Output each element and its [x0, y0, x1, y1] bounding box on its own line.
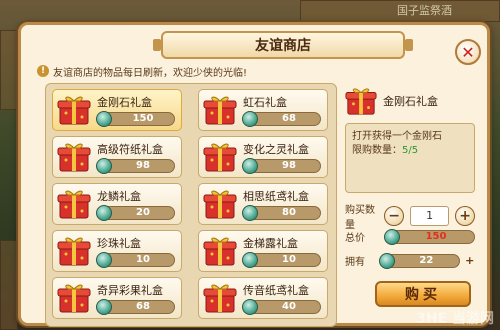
shop-item[interactable]: 金刚石礼盒 150 — [52, 89, 182, 131]
gift-box-icon — [57, 237, 91, 266]
item-price-bar: 80 — [242, 205, 321, 221]
item-name: 高级符纸礼盒 — [97, 143, 163, 156]
item-price-bar: 98 — [96, 158, 175, 174]
add-currency-button[interactable]: + — [464, 254, 475, 267]
total-price-row: 总价 150 — [345, 228, 475, 245]
jade-coin-icon — [242, 158, 258, 174]
jade-coin-icon — [242, 252, 258, 268]
item-price-bar: 98 — [242, 158, 321, 174]
close-button[interactable]: ✕ — [455, 39, 481, 65]
owned-label: 拥有 — [345, 257, 365, 268]
item-price: 68 — [282, 113, 296, 124]
item-name: 相思纸鸢礼盒 — [243, 190, 309, 203]
buy-button[interactable]: 购买 — [375, 281, 471, 307]
jade-coin-icon — [96, 158, 112, 174]
quantity-row: 购买数量 − 1 + — [345, 201, 475, 231]
item-price: 40 — [282, 301, 296, 312]
decrease-quantity-button[interactable]: − — [384, 206, 404, 226]
jade-coin-icon — [384, 228, 400, 245]
item-price: 10 — [282, 254, 296, 265]
item-name: 金刚石礼盒 — [97, 96, 152, 109]
scene-npc-label: 国子监祭酒 — [397, 4, 452, 17]
jade-coin-icon — [242, 205, 258, 221]
gift-box-icon — [57, 284, 91, 313]
item-list: 金刚石礼盒 150 虹石礼盒 68 高级符纸礼盒 98 变化之灵礼盒 98 龙鳞礼盒 20 相思纸鸢… — [45, 83, 337, 327]
detail-header: 金刚石礼盒 — [345, 83, 475, 119]
shop-item[interactable]: 虹石礼盒 68 — [198, 89, 328, 131]
total-price-value: 150 — [425, 230, 447, 242]
gift-box-icon — [203, 237, 237, 266]
item-name: 金梯露礼盒 — [243, 237, 298, 250]
item-price-bar: 68 — [96, 299, 175, 315]
jade-coin-icon — [242, 111, 258, 127]
item-detail-panel: 金刚石礼盒 打开获得一个金刚石 限购数量：5/5 购买数量 − 1 + 总价 1… — [345, 83, 475, 327]
quantity-label: 购买数量 — [345, 205, 375, 231]
close-icon: ✕ — [461, 42, 475, 62]
shop-item[interactable]: 龙鳞礼盒 20 — [52, 183, 182, 225]
limit-label: 限购数量： — [352, 145, 402, 156]
item-price-bar: 150 — [96, 111, 175, 127]
gift-box-icon — [57, 96, 91, 125]
item-price-bar: 10 — [242, 252, 321, 268]
shop-notice: ! 友谊商店的物品每日刷新，欢迎少侠的光临! — [37, 63, 307, 79]
shop-item[interactable]: 珍珠礼盒 10 — [52, 230, 182, 272]
gift-box-icon — [57, 190, 91, 219]
item-name: 珍珠礼盒 — [97, 237, 141, 250]
jade-coin-icon — [96, 252, 112, 268]
jade-coin-icon — [96, 111, 112, 127]
item-description: 打开获得一个金刚石 限购数量：5/5 — [345, 123, 475, 193]
item-price-bar: 40 — [242, 299, 321, 315]
gift-box-icon — [345, 88, 377, 115]
watermark: 3HE 当游网 — [416, 311, 494, 327]
item-price: 10 — [136, 254, 150, 265]
item-name: 变化之灵礼盒 — [243, 143, 309, 156]
item-price: 98 — [282, 160, 296, 171]
shop-item[interactable]: 奇异彩果礼盒 68 — [52, 277, 182, 319]
gift-box-icon — [203, 96, 237, 125]
shop-item[interactable]: 传音纸鸢礼盒 40 — [198, 277, 328, 319]
item-price: 150 — [132, 113, 154, 124]
shop-item[interactable]: 相思纸鸢礼盒 80 — [198, 183, 328, 225]
gift-box-icon — [203, 143, 237, 172]
purchase-limit: 限购数量：5/5 — [352, 144, 468, 158]
item-price: 68 — [136, 301, 150, 312]
item-price-bar: 20 — [96, 205, 175, 221]
total-label: 总价 — [345, 233, 365, 244]
scene-pillar — [0, 240, 18, 330]
item-price: 20 — [136, 207, 150, 218]
notice-text: 友谊商店的物品每日刷新，欢迎少侠的光临! — [53, 67, 248, 79]
shop-item[interactable]: 高级符纸礼盒 98 — [52, 136, 182, 178]
jade-coin-icon — [242, 299, 258, 315]
item-name: 龙鳞礼盒 — [97, 190, 141, 203]
total-price-bar: 150 — [384, 228, 475, 245]
owned-value: 22 — [419, 254, 434, 266]
detail-item-name: 金刚石礼盒 — [383, 95, 438, 108]
increase-quantity-button[interactable]: + — [455, 206, 475, 226]
item-name: 传音纸鸢礼盒 — [243, 284, 309, 297]
gift-box-icon — [203, 284, 237, 313]
limit-value: 5/5 — [402, 145, 419, 156]
quantity-input[interactable]: 1 — [409, 206, 450, 226]
friendship-shop-window: 友谊商店 ✕ ! 友谊商店的物品每日刷新，欢迎少侠的光临! 金刚石礼盒 150 虹石… — [18, 22, 490, 327]
shop-item[interactable]: 变化之灵礼盒 98 — [198, 136, 328, 178]
item-name: 虹石礼盒 — [243, 96, 287, 109]
item-price: 80 — [282, 207, 296, 218]
jade-coin-icon — [96, 205, 112, 221]
info-icon: ! — [37, 65, 49, 77]
description-text: 打开获得一个金刚石 — [352, 131, 442, 142]
item-price-bar: 68 — [242, 111, 321, 127]
item-price-bar: 10 — [96, 252, 175, 268]
gift-box-icon — [57, 143, 91, 172]
jade-coin-icon — [379, 252, 396, 269]
item-name: 奇异彩果礼盒 — [97, 284, 163, 297]
owned-bar: 22 — [379, 252, 461, 269]
scene-pillar — [0, 30, 20, 110]
gift-box-icon — [203, 190, 237, 219]
shop-item[interactable]: 金梯露礼盒 10 — [198, 230, 328, 272]
jade-coin-icon — [96, 299, 112, 315]
owned-row: 拥有 22 + — [345, 252, 475, 269]
item-price: 98 — [136, 160, 150, 171]
window-title: 友谊商店 — [153, 31, 413, 59]
